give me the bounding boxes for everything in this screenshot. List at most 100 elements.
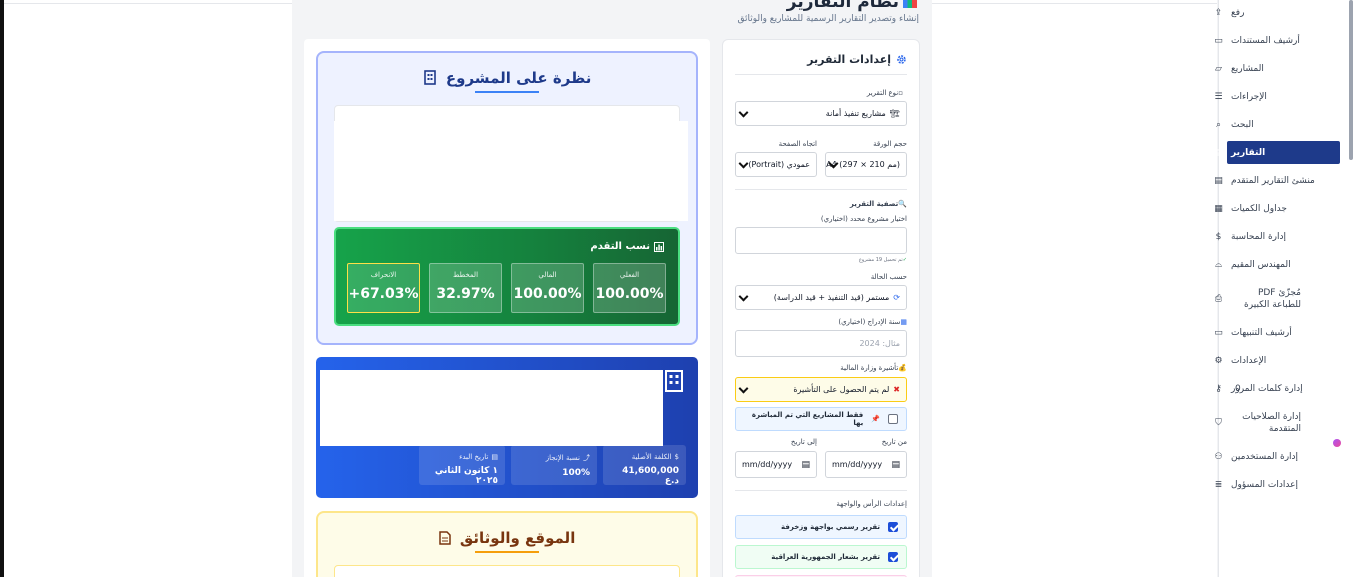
summary-value: 100% [562,468,590,478]
report-type-select[interactable]: 🏗 مشاريع تنفيذ أمانة [735,101,907,126]
location-title: الموقع والوثائق [316,529,698,547]
sidebar-item-2[interactable]: ▱ المشاريع [1213,62,1331,76]
location-title-text: الموقع والوثائق [459,529,576,547]
summary-label-text: الكلفة الأصلية [631,453,672,461]
project-summary-card: $ الكلفة الأصلية 41,600,000 د.ع ⤴ نسبة الإ… [316,357,698,498]
progress-panel: نسب التقدم الفعلي 100.00% المالي 100.00% ا… [334,227,680,326]
sidebar-item-7[interactable]: ▦ جداول الكميات [1213,202,1331,216]
sidebar-item-16[interactable]: ≣ إعدادات المسؤول [1213,478,1331,492]
metric-label: المالي [538,271,557,279]
sidebar-item-15[interactable]: ⚇ إدارة المستخدمين [1213,450,1331,464]
summary-image [320,370,663,446]
metric-planned: المخطط 32.97% [429,263,502,313]
sidebar-item-label: المشاريع [1231,64,1264,74]
year-input[interactable]: مثال: 2024 [735,330,907,357]
metric-value: 32.97% [436,286,495,302]
from-date-value: mm/dd/yyyy [832,460,883,469]
calendar-icon: ▤ [891,459,900,470]
gear-icon [897,55,906,64]
calculator-icon: ▦ [1214,204,1223,214]
from-date-label: من تاريخ [881,438,907,446]
summary-label: ⤴ نسبة الإنجاز [518,453,590,463]
assistant-button[interactable] [1330,436,1344,450]
official-report-text: تقرير رسمي بواجهة وزخرفة [781,523,880,531]
sidebar-item-label: التقارير [1231,148,1266,158]
to-date-value: mm/dd/yyyy [742,460,793,469]
sidebar-item-label: البحث [1231,120,1254,130]
sidebar-item-label: إدارة المحاسبة [1231,232,1287,242]
to-date-input[interactable]: mm/dd/yyyy ▤ [735,451,817,478]
orientation-select[interactable]: عمودي (Portrait) [735,152,817,177]
status-select[interactable]: ⟳ مستمر (قيد التنفيذ + قيد الدراسة) [735,285,907,310]
check-icon: ✓ [902,257,907,263]
report-icon: ▤ [1214,148,1223,158]
sidebar-item-10[interactable]: ⎙ مُجزّئ PDF للطباعة الكبيرة [1213,287,1331,311]
metric-financial: المالي 100.00% [511,263,584,313]
year-label: ▦سنة الإدراج (اختياري) [838,318,907,326]
ministry-select[interactable]: ✖ لم يتم الحصول على التأشيرة [735,377,907,402]
started-only-checkbox[interactable] [888,414,898,424]
building-icon [423,70,436,85]
pin-icon: 📌 [871,415,880,423]
sidebar-item-0[interactable]: ⇪ رفع [1213,6,1331,20]
paper-size-select[interactable]: A4 (297 × 210 مم) [825,152,907,177]
sidebar-item-label: منشئ التقارير المتقدم [1231,176,1315,186]
emblem-option[interactable]: تقرير بشعار الجمهورية العراقية [735,545,907,569]
official-report-option[interactable]: تقرير رسمي بواجهة وزخرفة [735,515,907,539]
refresh-icon: ⟳ [893,293,900,302]
orientation-label: اتجاه الصفحة [778,140,817,148]
map-image [334,121,688,221]
archive-icon: ▭ [1214,328,1223,338]
sidebar-item-label: الإعدادات [1231,356,1267,366]
search-icon: ⌕ [1215,120,1222,130]
sidebar-item-label: مُجزّئ PDF للطباعة الكبيرة [1244,288,1301,310]
sidebar-item-5[interactable]: ▤ التقارير [1213,146,1331,160]
title-underline [475,91,539,93]
metric-value: 100.00% [513,286,582,302]
sidebar-item-1[interactable]: ▭ أرشيف المستندات [1213,34,1331,48]
chevron-down-icon [738,383,749,394]
sidebar-item-4[interactable]: ⌕ البحث [1213,118,1331,132]
x-icon: ✖ [893,385,900,394]
metric-actual: الفعلي 100.00% [593,263,666,313]
started-only-option[interactable]: 📌 فقط المشاريع التي تم المباشرة بها [735,407,907,431]
report-settings-panel: إعدادات التقرير ▫نوع التقرير 🏗 مشاريع تنف… [722,39,920,577]
sidebar-item-13[interactable]: ⚷ إدارة كلمات المرور [1213,382,1331,396]
filter-title: 🔍تصفية التقرير [850,200,907,208]
location-content [334,565,680,577]
archive-icon: ▭ [1214,36,1223,46]
moneybag-icon: 💰 [898,364,907,372]
divider [735,189,907,190]
search-icon: 🔍 [898,200,907,208]
sidebar-item-8[interactable]: $ إدارة المحاسبة [1213,230,1331,244]
emblem-checkbox[interactable] [888,552,898,562]
sidebar-item-label: أرشيف المستندات [1231,36,1300,46]
filter-title-text: تصفية التقرير [849,200,899,208]
upload-icon: ⇪ [1214,8,1223,18]
sidebar-item-6[interactable]: ▤ منشئ التقارير المتقدم [1213,174,1331,188]
metric-label: الانحراف [370,271,397,279]
sidebar-item-label: إدارة المستخدمين [1231,452,1299,462]
sidebar-item-3[interactable]: ☰ الإجراءات [1213,90,1331,104]
official-report-checkbox[interactable] [888,522,898,532]
key-icon: ⚷ [1215,384,1222,394]
assistant-icon [1333,439,1341,447]
calendar-icon: ▤ [491,453,498,461]
report-type-label-text: نوع التقرير [866,89,899,97]
summary-label: ▤ تاريخ البدء [426,453,498,461]
sidebar-item-11[interactable]: ▭ أرشيف التنبيهات [1213,326,1331,340]
metric-value: +67.03% [348,286,419,302]
sidebar-scrollbar[interactable] [1349,0,1353,160]
divider [735,490,907,491]
sidebar-item-9[interactable]: ⌓ المهندس المقيم [1213,258,1331,272]
sidebar-item-12[interactable]: ⚙ الإعدادات [1213,354,1331,368]
sidebar-item-14[interactable]: ⛉ إدارة الصلاحيات المتقدمة [1213,411,1331,435]
sidebar-item-label: إعدادات المسؤول [1231,480,1298,490]
project-select[interactable] [735,227,907,254]
sidebar-item-label: جداول الكميات [1231,204,1287,214]
metric-value: 100.00% [595,286,664,302]
chevron-down-icon [738,107,749,118]
sidebar-item-label: إدارة كلمات المرور [1231,384,1303,394]
from-date-input[interactable]: mm/dd/yyyy ▤ [825,451,907,478]
database-icon: ≣ [1214,480,1223,490]
